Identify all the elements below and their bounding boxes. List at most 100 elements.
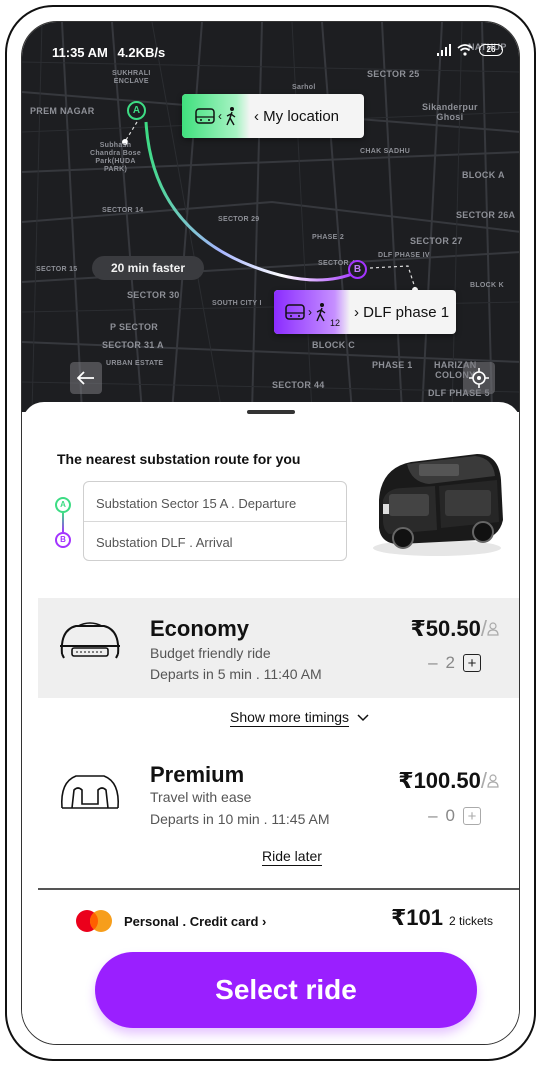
ride-name: Economy: [150, 616, 250, 641]
pod-walk-icon-block: › 12: [274, 290, 350, 334]
map-label: Sarhol: [292, 84, 316, 91]
map-label: PHASE 1: [372, 360, 413, 370]
pod-walk-icon-block: ‹: [182, 94, 250, 138]
map-label: Subhash Chandra Bose Park(HUDA PARK): [90, 142, 142, 173]
route-box: Substation Sector 15 A . Departure Subst…: [83, 481, 347, 561]
signal-icon: [437, 44, 451, 56]
pod-seats-icon: [60, 775, 120, 809]
map-label: SUKHRALI ENCLAVE: [112, 70, 151, 85]
ride-bottom-sheet: The nearest substation route for you A B…: [22, 402, 519, 1044]
ride-price: ₹50.50/: [411, 616, 488, 642]
map-label: CHAK SADHU: [360, 148, 411, 155]
chevron-left-icon: ‹: [218, 109, 222, 123]
ride-departure-time: Departs in 5 min . 11:40 AM: [150, 666, 322, 682]
walking-person-icon: [226, 107, 236, 126]
map-label: URBAN ESTATE: [106, 360, 164, 367]
decrement-button[interactable]: –: [428, 806, 437, 826]
map-label: SOUTH CITY I: [212, 300, 262, 307]
pod-icon: [285, 304, 305, 320]
ride-description: Budget friendly ride: [150, 645, 271, 661]
arrow-left-icon: [77, 371, 94, 385]
status-time: 11:35 AM: [52, 45, 108, 60]
arrival-field[interactable]: Substation DLF . Arrival: [96, 535, 233, 550]
crosshair-icon: [469, 368, 489, 388]
phone-frame: SUKHRALI ENCLAVE Sarhol PREM NAGAR Sikan…: [5, 5, 536, 1061]
destination-pin[interactable]: B: [348, 260, 367, 279]
ride-option-economy[interactable]: Economy Budget friendly ride Departs in …: [38, 598, 519, 698]
map-label: P SECTOR: [110, 322, 159, 332]
map-view[interactable]: SUKHRALI ENCLAVE Sarhol PREM NAGAR Sikan…: [22, 22, 519, 412]
map-label: PREM NAGAR: [30, 106, 95, 116]
pod-vehicle-image: [373, 454, 503, 556]
pod-icon: [195, 108, 215, 124]
faster-badge: 20 min faster: [92, 256, 204, 280]
back-button[interactable]: [70, 362, 102, 394]
passenger-count: 0: [445, 806, 455, 825]
map-label: BLOCK C: [312, 340, 356, 350]
status-icons: 26: [437, 44, 503, 56]
ride-option-premium[interactable]: Premium Travel with ease Departs in 10 m…: [38, 748, 519, 848]
walking-person-icon: [316, 303, 326, 322]
status-time-group: 11:35 AM 4.2KB/s: [52, 45, 165, 60]
map-label: SECTOR 31 A: [102, 340, 164, 350]
route-divider: [84, 521, 346, 522]
map-label: PHASE 2: [312, 234, 345, 241]
route-connector: [62, 513, 64, 532]
arrival-marker: B: [55, 532, 71, 548]
mastercard-icon: [76, 910, 112, 932]
payment-row[interactable]: Personal . Credit card › ₹101 2 tickets: [22, 902, 519, 932]
chevron-down-icon: [357, 714, 369, 722]
ride-name: Premium: [150, 762, 245, 787]
show-more-label: Show more timings: [230, 709, 350, 727]
map-label: SECTOR 44: [272, 380, 325, 390]
person-icon: [487, 774, 499, 788]
destination-label: › DLF phase 1: [354, 303, 450, 321]
map-label: SECTOR 29: [218, 216, 260, 223]
map-roads: [22, 22, 519, 412]
sheet-drag-handle[interactable]: [247, 410, 295, 414]
payment-method-label: Personal . Credit card ›: [124, 914, 267, 929]
map-label: BLOCK A: [462, 170, 505, 180]
ride-price-value: ₹50.50: [410, 616, 481, 641]
payment-divider: [38, 888, 519, 890]
chevron-right-icon: ›: [307, 305, 312, 319]
passenger-stepper: – 2 +: [428, 653, 481, 673]
status-net-speed: 4.2KB/s: [117, 45, 166, 60]
map-label: DLF PHASE IV: [378, 252, 430, 259]
pod-front-icon: [60, 622, 120, 659]
destination-card[interactable]: › 12 › DLF phase 1: [274, 290, 456, 334]
ride-later-link[interactable]: Ride later: [262, 848, 322, 866]
locate-button[interactable]: [463, 362, 495, 394]
my-location-card[interactable]: ‹ ‹ My location: [182, 94, 364, 138]
person-icon: [487, 622, 499, 636]
map-label: BLOCK K: [470, 282, 504, 289]
map-label: SECTOR 26A: [456, 210, 516, 220]
decrement-button[interactable]: –: [428, 653, 437, 673]
show-more-timings-link[interactable]: Show more timings: [230, 709, 369, 727]
ride-description: Travel with ease: [150, 789, 252, 805]
route-title: The nearest substation route for you: [57, 451, 301, 467]
ride-price: ₹100.50/: [398, 768, 487, 794]
map-label: SECTOR 27: [410, 236, 463, 246]
battery-icon: 26: [479, 44, 503, 56]
select-ride-button[interactable]: Select ride: [95, 952, 477, 1028]
origin-pin[interactable]: A: [127, 101, 146, 120]
passenger-stepper: – 0 +: [428, 806, 481, 826]
map-label: SECTOR 30: [127, 290, 180, 300]
map-label: SECTOR 14: [102, 207, 144, 214]
map-label: SECTOR 25: [367, 69, 420, 79]
status-bar: 11:35 AM 4.2KB/s 26: [22, 42, 519, 66]
wifi-icon: [457, 44, 473, 56]
departure-marker: A: [55, 497, 71, 513]
passenger-count: 2: [445, 653, 455, 672]
total-price: ₹101: [391, 905, 444, 930]
map-label: SECTOR 15: [36, 266, 78, 273]
increment-button[interactable]: +: [463, 654, 481, 672]
ticket-count: 2 tickets: [449, 914, 494, 928]
increment-button[interactable]: +: [463, 807, 481, 825]
walk-count: 12: [329, 318, 340, 328]
departure-field[interactable]: Substation Sector 15 A . Departure: [96, 496, 296, 511]
ride-departure-time: Departs in 10 min . 11:45 AM: [150, 811, 330, 827]
ride-price-value: ₹100.50: [398, 768, 481, 793]
my-location-label: ‹ My location: [254, 107, 340, 125]
